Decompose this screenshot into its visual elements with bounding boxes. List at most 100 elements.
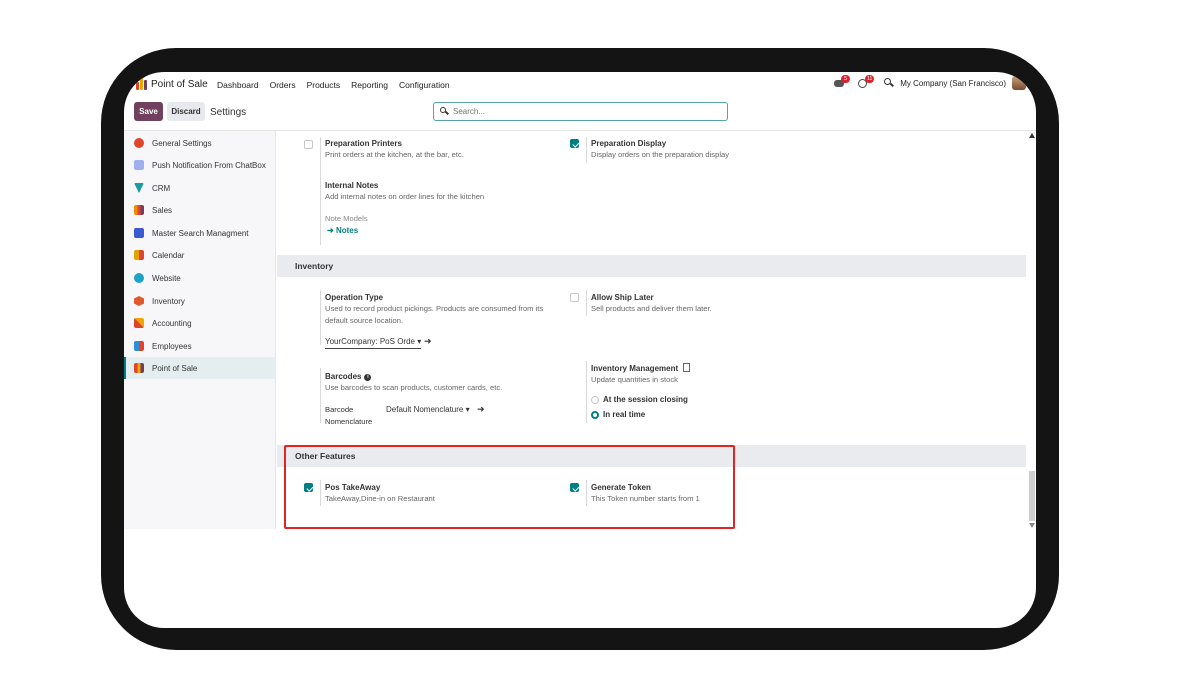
settings-search-box[interactable]	[433, 102, 728, 121]
scroll-down-icon[interactable]	[1029, 523, 1035, 528]
control-panel: Save Discard Settings	[124, 97, 1036, 131]
sidebar-item-label: Employees	[152, 341, 192, 351]
internal-link-arrow-icon[interactable]: ➜	[477, 404, 485, 415]
settings-sidebar: General Settings Push Notification From …	[124, 131, 276, 529]
internal-notes-desc: Add internal notes on order lines for th…	[325, 192, 485, 201]
info-icon[interactable]: i	[364, 374, 372, 381]
sidebar-item-accounting[interactable]: Accounting	[124, 312, 276, 334]
sidebar-item-employees[interactable]: Employees	[124, 335, 276, 357]
scroll-up-icon[interactable]	[1029, 133, 1035, 138]
activity-badge: 11	[865, 75, 875, 83]
top-navbar: Point of Sale Dashboard Orders Products …	[124, 72, 1036, 97]
inventory-management-desc: Update quantities in stock	[591, 375, 678, 384]
preparation-display-desc: Display orders on the preparation displa…	[591, 150, 730, 159]
inventory-icon	[134, 296, 144, 306]
sidebar-item-label: General Settings	[152, 138, 212, 148]
search-icon	[440, 107, 449, 116]
point-of-sale-logo-icon[interactable]	[136, 78, 148, 90]
sidebar-item-label: Calendar	[152, 250, 185, 260]
content-scrollbar[interactable]	[1026, 131, 1036, 529]
notes-link-label: Notes	[335, 226, 359, 235]
divider	[320, 137, 321, 245]
internal-notes-label: Internal Notes	[325, 181, 379, 190]
preparation-printers-checkbox[interactable]	[304, 140, 313, 149]
menu-dashboard[interactable]: Dashboard	[217, 80, 259, 90]
systray: 5 11 My Company (San Francisco)	[834, 75, 1026, 90]
messages-icon[interactable]: 5	[834, 75, 851, 88]
save-button[interactable]: Save	[134, 102, 163, 121]
divider	[320, 290, 321, 345]
employees-icon	[134, 341, 144, 351]
barcode-nomenclature-label: Barcode	[325, 405, 354, 414]
menu-products[interactable]: Products	[307, 80, 341, 90]
barcodes-label-text: Barcodes	[325, 372, 362, 381]
sidebar-item-point-of-sale[interactable]: Point of Sale	[124, 357, 276, 379]
user-avatar[interactable]	[1012, 76, 1026, 90]
settings-search-input[interactable]	[453, 107, 713, 116]
operation-type-select[interactable]: YourCompany: PoS Orde ▾	[325, 337, 422, 349]
sidebar-item-inventory[interactable]: Inventory	[124, 290, 276, 312]
sidebar-item-calendar[interactable]: Calendar	[124, 244, 276, 266]
radio-at-session-closing[interactable]	[591, 396, 599, 404]
operation-type-value: YourCompany: PoS Orde	[325, 337, 415, 346]
inventory-management-label-text: Inventory Management	[591, 364, 679, 373]
inventory-management-label: Inventory Management	[591, 363, 691, 373]
discard-button[interactable]: Discard	[167, 102, 205, 121]
sidebar-item-label: Accounting	[152, 318, 192, 328]
activity-clock-icon[interactable]: 11	[858, 75, 875, 88]
divider	[586, 290, 587, 316]
menu-reporting[interactable]: Reporting	[351, 80, 388, 90]
barcode-nomenclature-label-2: Nomenclature	[325, 417, 373, 426]
divider	[586, 361, 587, 423]
operation-type-desc: Used to record product pickings. Product…	[325, 304, 544, 325]
app-name[interactable]: Point of Sale	[151, 79, 208, 90]
crm-icon	[134, 183, 144, 193]
caret-down-icon: ▾	[463, 405, 470, 414]
chatbox-icon	[134, 160, 144, 170]
section-inventory-heading: Inventory	[277, 255, 1026, 277]
sidebar-item-label: CRM	[152, 183, 171, 193]
barcodes-label: Barcodes i	[325, 372, 372, 381]
sidebar-item-label: Sales	[152, 205, 173, 215]
sidebar-item-label: Push Notification From ChatBox	[152, 160, 266, 170]
internal-link-arrow-icon[interactable]: ➜	[424, 336, 432, 347]
menu-orders[interactable]: Orders	[270, 80, 296, 90]
caret-down-icon: ▾	[414, 337, 422, 346]
sales-icon	[134, 205, 144, 215]
preparation-display-label: Preparation Display	[591, 139, 667, 148]
sidebar-item-label: Website	[152, 273, 181, 283]
point-of-sale-icon	[134, 363, 144, 373]
search-icon[interactable]	[884, 78, 895, 88]
calendar-icon	[134, 250, 144, 260]
allow-ship-later-checkbox[interactable]	[570, 293, 579, 302]
menu-configuration[interactable]: Configuration	[399, 80, 450, 90]
operation-type-label: Operation Type	[325, 293, 384, 302]
preparation-display-checkbox[interactable]	[570, 139, 579, 148]
barcodes-desc: Use barcodes to scan products, customer …	[325, 383, 503, 392]
note-models-label: Note Models	[325, 214, 368, 223]
sidebar-item-sales[interactable]: Sales	[124, 199, 276, 221]
divider	[586, 137, 587, 163]
sidebar-item-website[interactable]: Website	[124, 267, 276, 289]
general-settings-icon	[134, 138, 144, 148]
sidebar-item-general-settings[interactable]: General Settings	[124, 132, 276, 154]
page-title: Settings	[210, 107, 247, 118]
sidebar-item-label: Inventory	[152, 296, 185, 306]
sidebar-item-master-search[interactable]: Master Search Managment	[124, 222, 276, 244]
option-at-session-closing[interactable]: At the session closing	[603, 395, 688, 404]
divider	[320, 368, 321, 423]
scrollbar-thumb[interactable]	[1029, 471, 1035, 521]
company-switcher[interactable]: My Company (San Francisco)	[900, 79, 1006, 88]
sidebar-item-push-notification[interactable]: Push Notification From ChatBox	[124, 154, 276, 176]
sidebar-item-crm[interactable]: CRM	[124, 177, 276, 199]
radio-in-real-time[interactable]	[591, 411, 599, 419]
option-in-real-time[interactable]: In real time	[603, 410, 645, 419]
allow-ship-later-desc: Sell products and deliver them later.	[591, 304, 712, 313]
allow-ship-later-label: Allow Ship Later	[591, 293, 654, 302]
notes-link[interactable]: ➜ Notes	[327, 226, 358, 235]
main-menu: Dashboard Orders Products Reporting Conf…	[217, 80, 461, 90]
barcode-nomenclature-select[interactable]: Default Nomenclature ▾	[386, 405, 470, 416]
sidebar-item-label: Master Search Managment	[152, 228, 249, 238]
app-screen: Point of Sale Dashboard Orders Products …	[124, 72, 1036, 628]
barcode-nomenclature-value: Default Nomenclature	[386, 405, 464, 414]
